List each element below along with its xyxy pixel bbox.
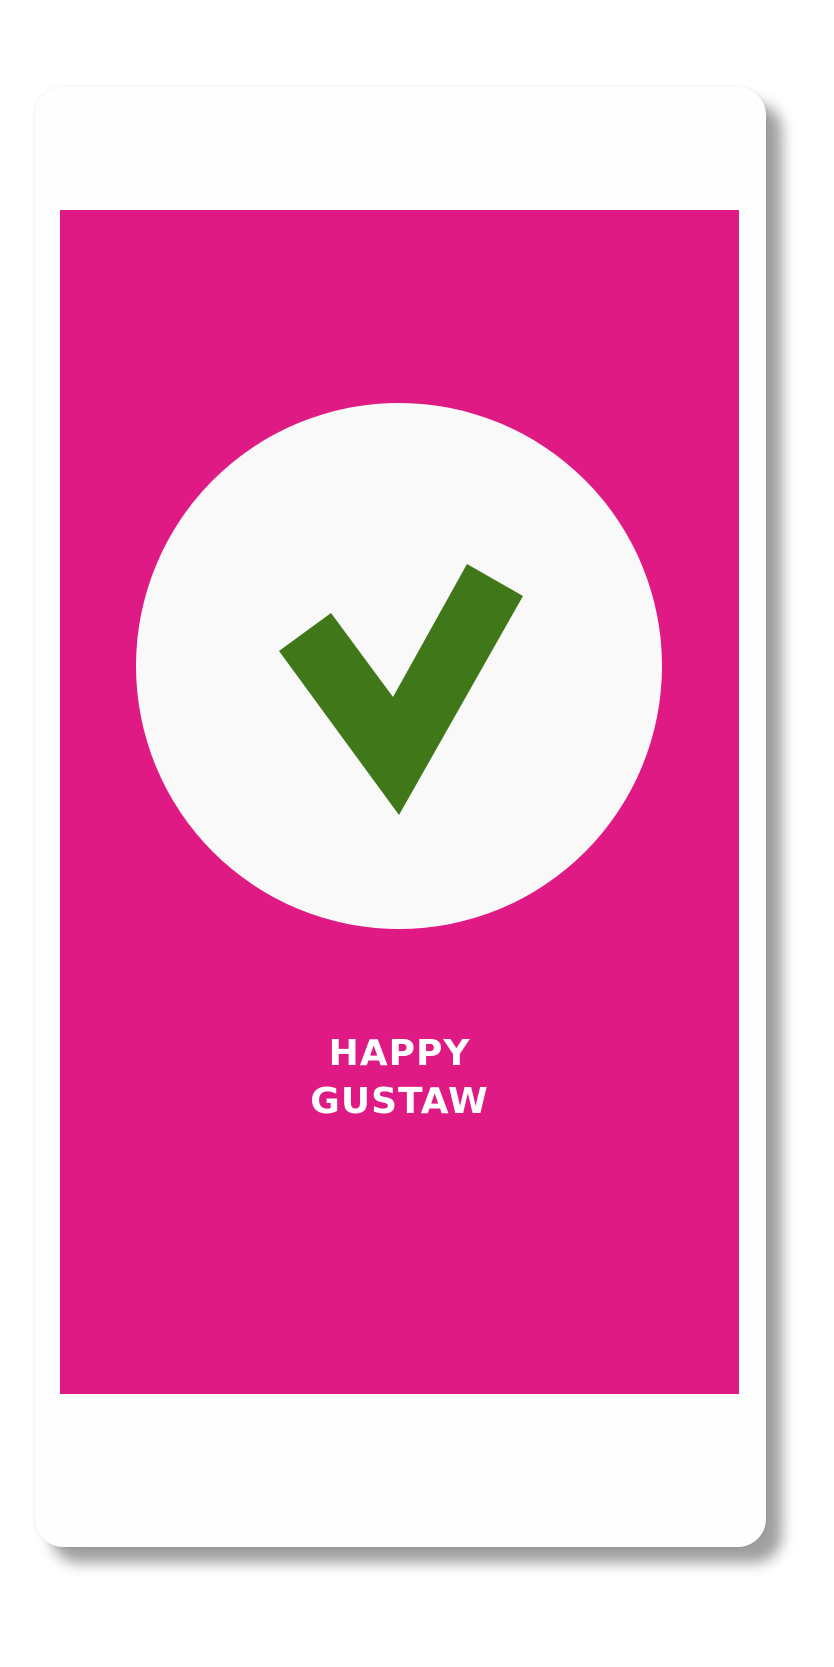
message-line-1: HAPPY bbox=[328, 1033, 471, 1074]
checkmark-icon bbox=[279, 564, 523, 815]
message-line-2: GUSTAW bbox=[310, 1081, 489, 1122]
success-badge bbox=[136, 403, 662, 929]
success-message: HAPPY GUSTAW bbox=[60, 1030, 739, 1126]
success-screen: HAPPY GUSTAW bbox=[60, 210, 739, 1394]
